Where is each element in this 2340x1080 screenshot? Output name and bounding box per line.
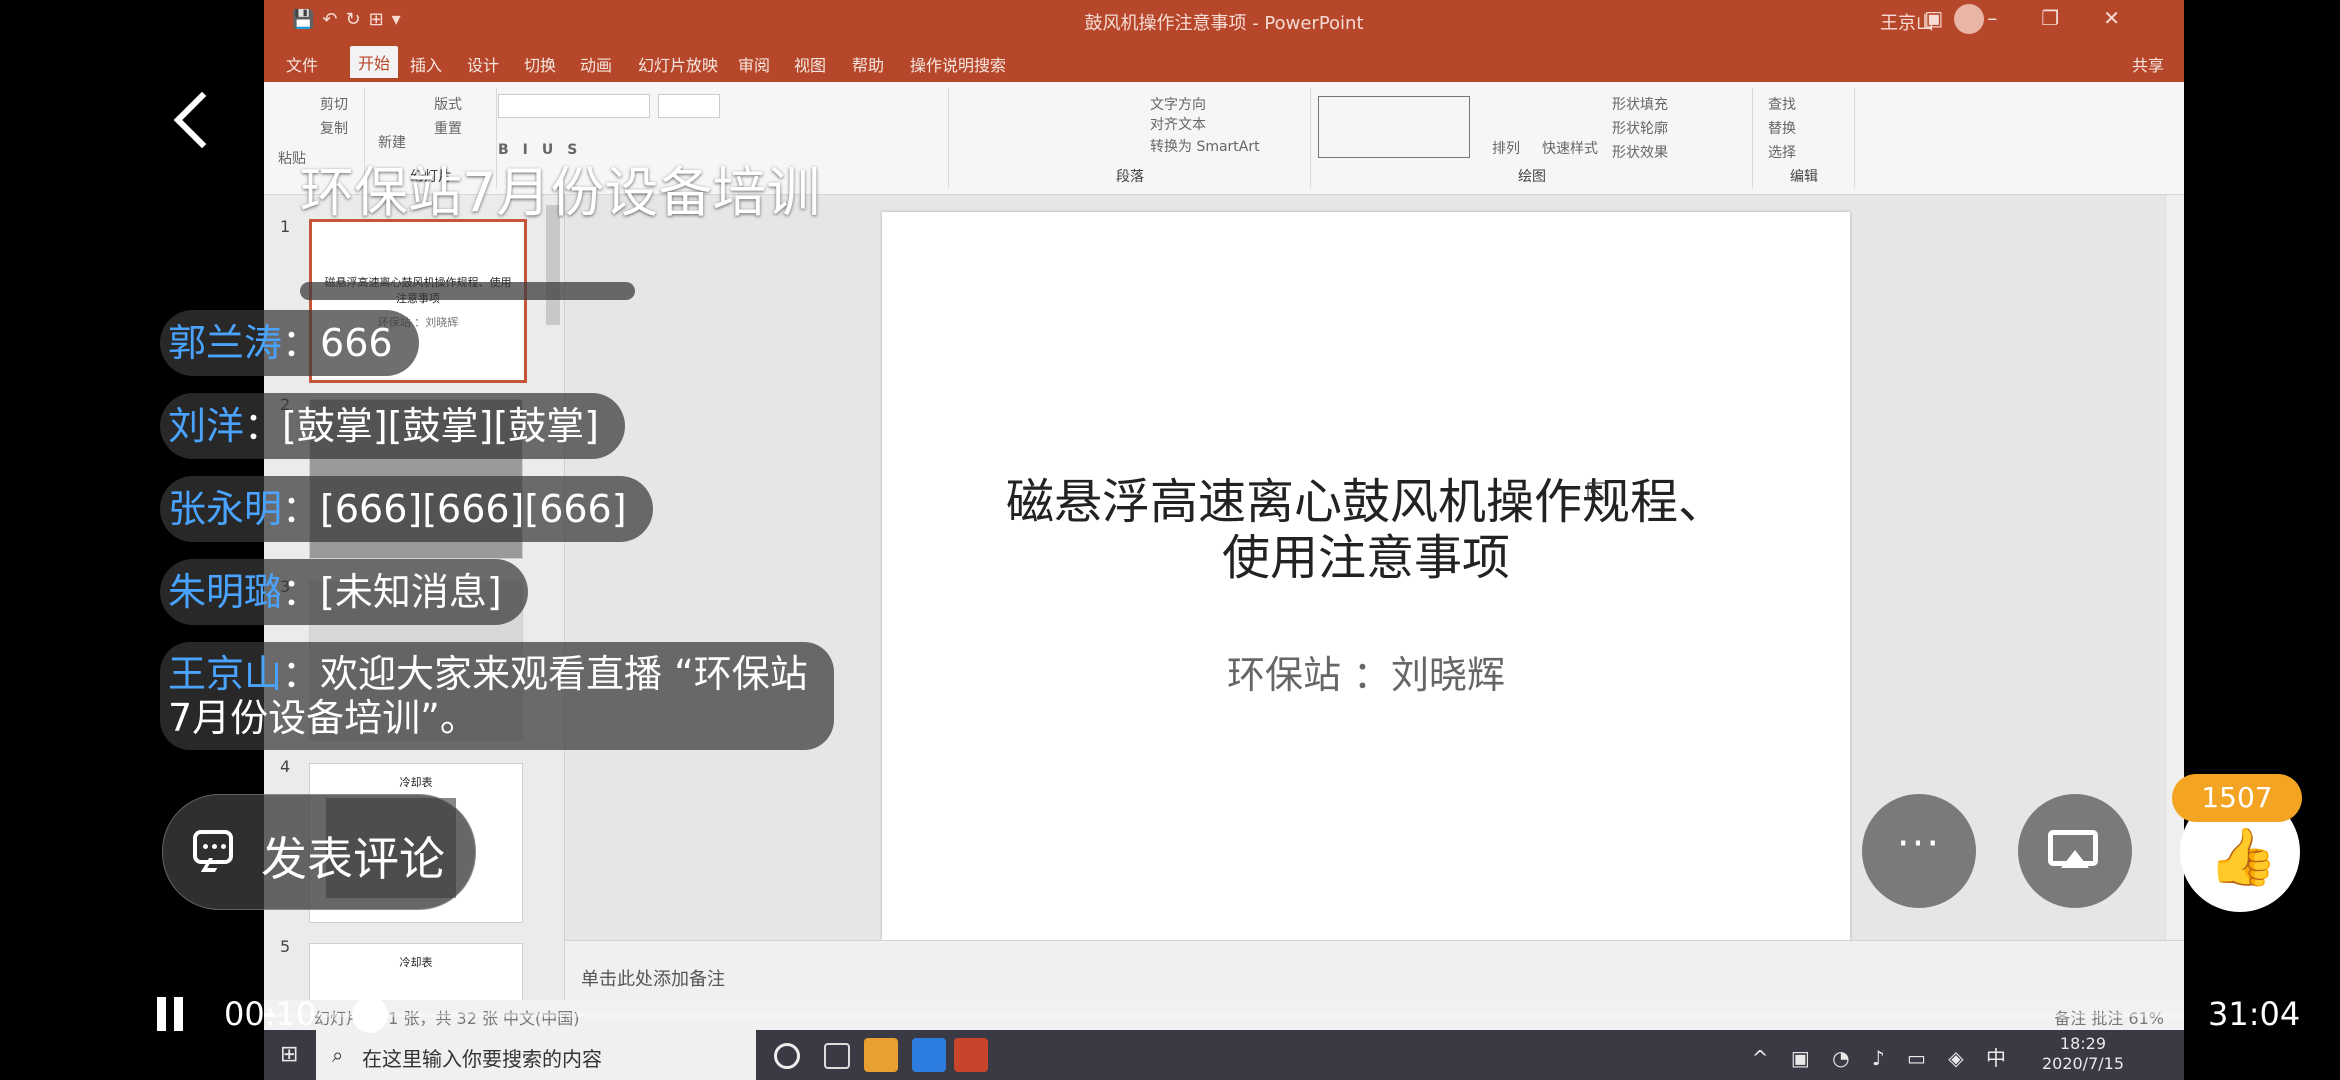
slide-subtitle[interactable]: 环保站 ：刘晓辉 [882,644,1850,699]
post-comment-label: 发表评论 [261,832,445,886]
comment-text: ：666 [282,321,393,365]
comment-item: 刘洋：[鼓掌][鼓掌][鼓掌] [160,393,625,459]
total-time: 31:04 [2208,995,2301,1033]
like-count-badge: 1507 [2172,774,2302,822]
comment-author[interactable]: 朱明璐 [168,570,282,614]
slide-title-line-1: 磁悬浮高速离心鼓风机操作规程、 [1005,474,1726,530]
comment-text: ：[鼓掌][鼓掌][鼓掌] [244,404,599,448]
progress-bar[interactable] [264,997,2184,1033]
slide-title-line-2: 使用注意事项 [1221,530,1510,586]
pinned-notice [300,282,635,300]
cast-arrow-icon [2061,850,2089,868]
back-icon[interactable] [173,91,231,149]
thumb-number: 4 [280,757,291,776]
comment-text: ：[未知消息] [282,570,502,614]
current-time: 00:10 [224,995,317,1033]
comment-item: 郭兰涛：666 [160,310,419,376]
more-button[interactable]: ··· [1862,794,1976,908]
player-controls: 00:10 31:04 [0,980,2340,1050]
comment-author[interactable]: 王京山 [168,652,282,696]
comment-item: 张永明：[666][666][666] [160,476,653,542]
thumb-number: 5 [280,937,291,956]
thumb-title: 冷却表 [399,956,433,969]
comment-author[interactable]: 郭兰涛 [168,321,282,365]
progress-thumb[interactable] [352,997,388,1033]
thumb-title: 冷却表 [399,776,433,789]
thumbs-up-icon: 👍 [2208,825,2278,890]
taskbar-date: 2020/7/15 [2041,1054,2124,1073]
cast-screen-button[interactable] [2018,794,2132,908]
live-header: 环保站7月份设备培训 [0,0,2340,224]
post-comment-button[interactable]: 发表评论 [162,794,476,910]
comment-item: 朱明璐：[未知消息] [160,559,528,625]
slide-title[interactable]: 磁悬浮高速离心鼓风机操作规程、 使用注意事项 [882,474,1850,586]
pause-icon[interactable] [157,997,183,1031]
current-slide[interactable]: 磁悬浮高速离心鼓风机操作规程、 使用注意事项 环保站 ：刘晓辉 [882,212,1850,940]
comment-author[interactable]: 刘洋 [168,404,244,448]
more-icon: ··· [1896,821,1942,867]
live-title: 环保站7月份设备培训 [300,161,821,224]
thumb-number: 1 [280,217,291,236]
comment-text: ：[666][666][666] [282,487,627,531]
comment-author[interactable]: 张永明 [168,487,282,531]
comment-item: 王京山：欢迎大家来观看直播 “环保站7月份设备培训”。 [160,642,834,750]
editor-scrollbar[interactable] [2165,195,2184,940]
comment-icon [193,830,233,864]
mouse-cursor-icon: ⇱ [1586,478,1607,506]
